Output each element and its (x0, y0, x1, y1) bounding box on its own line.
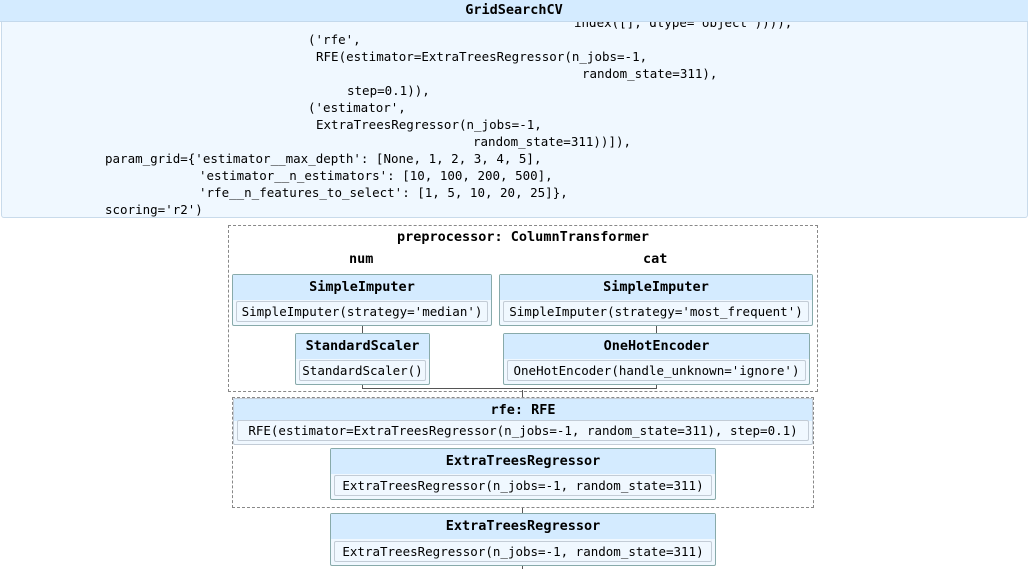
cat-column-label[interactable]: cat (643, 251, 667, 267)
code-line: index([], dtype='object')))), (574, 21, 793, 30)
code-line: random_state=311), (582, 66, 718, 81)
rfe-header-box[interactable]: rfe: RFE RFE(estimator=ExtraTreesRegress… (233, 398, 813, 445)
code-line: random_state=311))]), (473, 134, 632, 149)
num-simpleimputer-params: SimpleImputer(strategy='median') (236, 301, 488, 322)
num-simpleimputer-box[interactable]: SimpleImputer SimpleImputer(strategy='me… (232, 274, 492, 326)
estimator-extratrees-box[interactable]: ExtraTreesRegressor ExtraTreesRegressor(… (330, 513, 716, 566)
code-line: 'estimator__n_estimators': [10, 100, 200… (199, 168, 553, 183)
gridsearchcv-header[interactable]: GridSearchCV (0, 0, 1028, 22)
code-line: scoring='r2') (105, 202, 203, 217)
code-line: 'rfe__n_features_to_select': [1, 5, 10, … (199, 185, 568, 200)
preprocessor-title[interactable]: preprocessor: ColumnTransformer (228, 229, 818, 245)
code-line: ('rfe', (308, 32, 361, 47)
rfe-inner-extratrees-params: ExtraTreesRegressor(n_jobs=-1, random_st… (334, 475, 712, 496)
code-line: RFE(estimator=ExtraTreesRegressor(n_jobs… (316, 49, 648, 64)
cat-simpleimputer-name[interactable]: SimpleImputer (500, 275, 812, 300)
code-line: param_grid={'estimator__max_depth': [Non… (105, 151, 542, 166)
rfe-inner-extratrees-name[interactable]: ExtraTreesRegressor (331, 449, 715, 474)
cat-simpleimputer-params: SimpleImputer(strategy='most_frequent') (503, 301, 809, 322)
standardscaler-box[interactable]: StandardScaler StandardScaler() (295, 333, 430, 385)
num-column-label[interactable]: num (349, 251, 373, 267)
gridsearch-params-panel[interactable]: index([], dtype='object')))), ('rfe', RF… (1, 21, 1028, 218)
standardscaler-name[interactable]: StandardScaler (296, 334, 429, 359)
num-simpleimputer-name[interactable]: SimpleImputer (233, 275, 491, 300)
standardscaler-params: StandardScaler() (299, 360, 426, 381)
rfe-inner-extratrees-box[interactable]: ExtraTreesRegressor ExtraTreesRegressor(… (330, 448, 716, 500)
code-line: step=0.1)), (347, 83, 430, 98)
code-line: ExtraTreesRegressor(n_jobs=-1, (316, 117, 542, 132)
onehotencoder-name[interactable]: OneHotEncoder (504, 334, 809, 359)
estimator-extratrees-params: ExtraTreesRegressor(n_jobs=-1, random_st… (334, 541, 712, 562)
rfe-params: RFE(estimator=ExtraTreesRegressor(n_jobs… (237, 420, 809, 441)
code-line: ('estimator', (308, 100, 406, 115)
onehotencoder-box[interactable]: OneHotEncoder OneHotEncoder(handle_unkno… (503, 333, 810, 385)
connector-line (362, 388, 657, 389)
rfe-title[interactable]: rfe: RFE (234, 399, 812, 421)
onehotencoder-params: OneHotEncoder(handle_unknown='ignore') (507, 360, 806, 381)
cat-simpleimputer-box[interactable]: SimpleImputer SimpleImputer(strategy='mo… (499, 274, 813, 326)
estimator-extratrees-name[interactable]: ExtraTreesRegressor (331, 514, 715, 539)
